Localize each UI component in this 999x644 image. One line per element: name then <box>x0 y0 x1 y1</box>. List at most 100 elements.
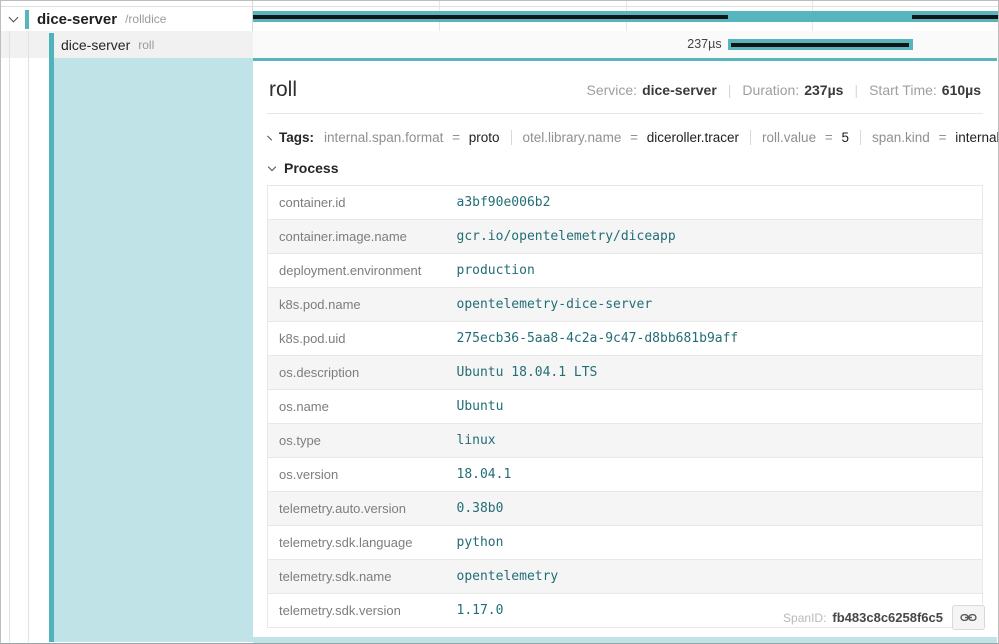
span-bar-rolldice[interactable] <box>253 11 998 22</box>
span-duration-label: 237µs <box>687 31 721 58</box>
span-color-chip <box>25 10 29 29</box>
link-icon <box>960 611 977 624</box>
tree-indent-guide <box>9 31 10 642</box>
process-key: container.id <box>268 186 446 220</box>
span-title: roll <box>269 78 297 102</box>
process-key: telemetry.sdk.language <box>268 526 446 560</box>
tag-value: 5 <box>842 130 850 145</box>
tag-value: proto <box>469 130 500 145</box>
process-table-row: os.description Ubuntu 18.04.1 LTS <box>268 356 983 390</box>
collapse-chevron-icon[interactable] <box>9 13 19 23</box>
process-key: os.name <box>268 390 446 424</box>
tag-separator <box>511 130 512 145</box>
process-key: container.image.name <box>268 220 446 254</box>
service-value: dice-server <box>642 82 717 98</box>
start-time-label: Start Time: <box>869 82 937 98</box>
process-label: Process <box>284 160 338 176</box>
process-value: 0.38b0 <box>446 492 983 526</box>
tag-separator <box>750 130 751 145</box>
process-table: container.id a3bf90e006b2 container.imag… <box>267 185 983 628</box>
span-row-rolldice[interactable]: dice-server /rolldice <box>1 7 252 31</box>
tag-item: roll.value = 5 <box>762 130 849 145</box>
process-value: Ubuntu <box>446 390 983 424</box>
process-table-row: k8s.pod.name opentelemetry-dice-server <box>268 288 983 322</box>
tags-list: internal.span.format = proto otel.librar… <box>314 130 999 145</box>
critical-path-segment <box>731 43 909 47</box>
process-table-body: container.id a3bf90e006b2 container.imag… <box>268 186 983 628</box>
header-divider <box>267 113 983 114</box>
span-id-value: fb483c8c6258f6c5 <box>832 610 943 625</box>
span-operation-name: roll <box>138 38 154 52</box>
chevron-right-icon <box>267 135 272 140</box>
span-detail-footer: SpanID: fb483c8c6258f6c5 <box>783 605 985 630</box>
tag-equals: = <box>939 130 947 145</box>
process-key: deployment.environment <box>268 254 446 288</box>
service-label: Service: <box>586 82 637 98</box>
span-operation-name: /rolldice <box>125 12 166 26</box>
duration-label: Duration: <box>742 82 799 98</box>
process-value: opentelemetry <box>446 560 983 594</box>
process-key: os.version <box>268 458 446 492</box>
process-table-row: k8s.pod.uid 275ecb36-5aa8-4c2a-9c47-d8bb… <box>268 322 983 356</box>
process-value: python <box>446 526 983 560</box>
tag-separator <box>860 130 861 145</box>
critical-path-segment <box>253 15 728 19</box>
timeline-row-roll[interactable]: 237µs <box>253 31 998 58</box>
process-key: os.description <box>268 356 446 390</box>
process-key: k8s.pod.uid <box>268 322 446 356</box>
process-table-row: os.version 18.04.1 <box>268 458 983 492</box>
process-accordion[interactable]: Process <box>269 160 983 176</box>
tag-item: internal.span.format = proto <box>324 130 500 145</box>
process-table-row: container.id a3bf90e006b2 <box>268 186 983 220</box>
tag-key: roll.value <box>762 130 816 145</box>
process-value: opentelemetry-dice-server <box>446 288 983 322</box>
process-table-row: os.type linux <box>268 424 983 458</box>
selected-span-highlight-band <box>54 58 253 642</box>
process-value: linux <box>446 424 983 458</box>
tag-value: diceroller.tracer <box>647 130 739 145</box>
span-overview: Service: dice-server | Duration: 237µs |… <box>586 82 981 98</box>
span-bar-roll[interactable] <box>728 39 914 50</box>
process-key: telemetry.sdk.name <box>268 560 446 594</box>
process-value: Ubuntu 18.04.1 LTS <box>446 356 983 390</box>
process-value: 275ecb36-5aa8-4c2a-9c47-d8bb681b9aff <box>446 322 983 356</box>
process-table-row: telemetry.sdk.language python <box>268 526 983 560</box>
tag-equals: = <box>825 130 833 145</box>
process-key: telemetry.auto.version <box>268 492 446 526</box>
selected-span-highlight-bottom <box>253 637 997 644</box>
process-table-row: container.image.name gcr.io/opentelemetr… <box>268 220 983 254</box>
overview-separator: | <box>854 82 858 98</box>
span-id-label: SpanID: <box>783 611 826 625</box>
process-value: gcr.io/opentelemetry/diceapp <box>446 220 983 254</box>
process-table-row: telemetry.auto.version 0.38b0 <box>268 492 983 526</box>
process-value: a3bf90e006b2 <box>446 186 983 220</box>
process-value: 18.04.1 <box>446 458 983 492</box>
span-row-roll[interactable]: dice-server roll <box>1 31 253 58</box>
span-detail-header: roll Service: dice-server | Duration: 23… <box>269 78 981 102</box>
process-key: os.type <box>268 424 446 458</box>
critical-path-segment <box>912 15 998 19</box>
tags-label: Tags: <box>279 130 314 145</box>
process-table-row: os.name Ubuntu <box>268 390 983 424</box>
tag-equals: = <box>452 130 460 145</box>
tag-key: span.kind <box>872 130 930 145</box>
tag-item: span.kind = internal <box>872 130 999 145</box>
tag-equals: = <box>630 130 638 145</box>
process-value: production <box>446 254 983 288</box>
tag-value: internal <box>955 130 999 145</box>
span-service-name: dice-server <box>37 11 117 28</box>
start-time-value: 610µs <box>942 82 981 98</box>
tree-indent-guide <box>28 31 29 642</box>
tag-item: otel.library.name = diceroller.tracer <box>523 130 740 145</box>
chevron-down-icon <box>268 162 276 170</box>
tag-key: internal.span.format <box>324 130 443 145</box>
process-key: k8s.pod.name <box>268 288 446 322</box>
tag-key: otel.library.name <box>523 130 622 145</box>
process-table-row: deployment.environment production <box>268 254 983 288</box>
process-key: telemetry.sdk.version <box>268 594 446 628</box>
tags-accordion[interactable]: Tags: internal.span.format = proto otel.… <box>269 124 983 151</box>
copy-span-link-button[interactable] <box>952 605 985 630</box>
duration-value: 237µs <box>804 82 843 98</box>
span-detail-card: roll Service: dice-server | Duration: 23… <box>253 58 997 637</box>
span-service-name: dice-server <box>61 37 130 53</box>
